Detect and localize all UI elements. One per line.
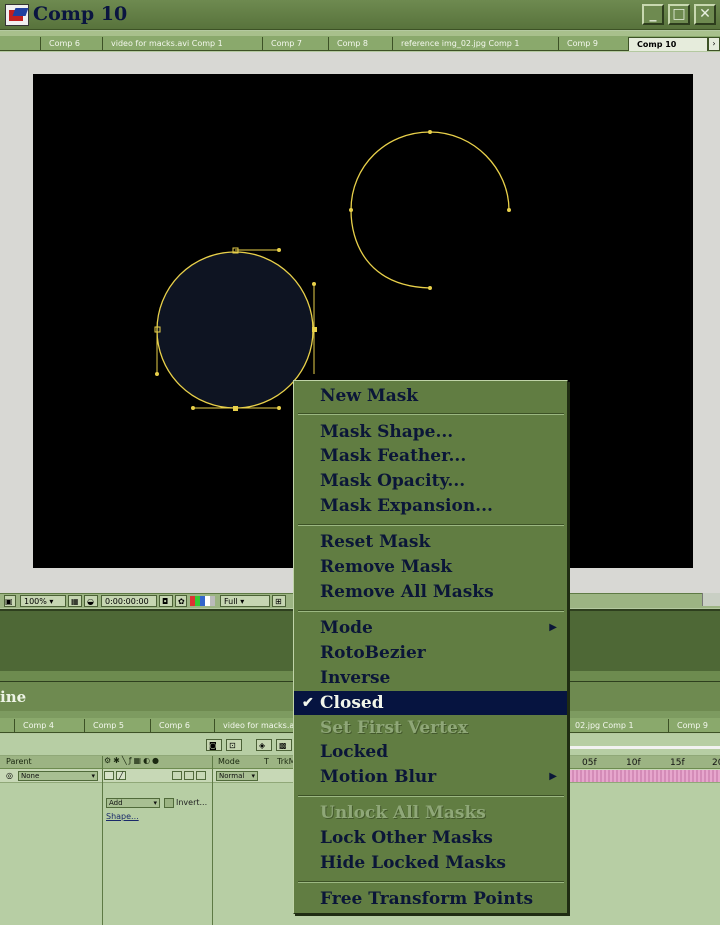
timeline-tab-comp-5[interactable]: Comp 5 <box>84 719 150 733</box>
window-titlebar: Comp 10 _ □ ✕ <box>0 0 720 30</box>
layer-duration-bar[interactable] <box>568 770 720 782</box>
work-area-bar[interactable] <box>568 746 720 749</box>
tab-comp-9[interactable]: Comp 9 <box>558 37 628 51</box>
parent-select[interactable]: None ▾ <box>18 771 98 781</box>
menu-item-mask-opacity[interactable]: Mask Opacity... <box>294 469 567 493</box>
mask-mode-value: Add <box>109 799 123 807</box>
comp-tab-strip: Comp 6 video for macks.avi Comp 1 Comp 7… <box>0 31 720 51</box>
menu-item-motion-blur-label: Motion Blur <box>320 767 437 787</box>
mask-view-icon[interactable]: ◒ <box>84 595 98 607</box>
timeline-title: ine <box>0 688 27 706</box>
viewer-scrollbar[interactable] <box>702 593 720 606</box>
open-mask-path[interactable] <box>350 131 510 289</box>
ruler-05f: 05f <box>582 758 597 768</box>
menu-item-unlock-all-masks: Unlock All Masks <box>320 803 486 823</box>
motion-blur-switch[interactable] <box>172 771 182 780</box>
fast-preview-icon[interactable]: ⊞ <box>272 595 286 607</box>
mask-mode-select[interactable]: Add ▾ <box>106 798 160 808</box>
current-time-field[interactable]: 0:00:00:00 <box>101 595 157 607</box>
rgb-channel-icon[interactable] <box>210 596 215 606</box>
timeline-tab-video-for-macks[interactable]: video for macks.avi <box>214 719 294 733</box>
menu-item-inverse[interactable]: Inverse <box>294 666 567 690</box>
menu-item-remove-mask[interactable]: Remove Mask <box>294 555 567 579</box>
menu-item-locked[interactable]: Locked <box>294 740 567 764</box>
minimize-button[interactable]: _ <box>642 4 664 25</box>
region-of-interest-icon[interactable]: ▣ <box>4 595 16 607</box>
menu-item-mask-expansion[interactable]: Mask Expansion... <box>294 494 567 518</box>
tab-comp-6[interactable]: Comp 6 <box>40 37 102 51</box>
blend-mode-value: Normal <box>219 772 245 780</box>
timeline-tab-comp-9[interactable]: Comp 9 <box>668 719 720 733</box>
submenu-arrow-icon: ▶ <box>549 622 557 633</box>
parent-value: None <box>21 772 40 780</box>
closed-mask-path[interactable] <box>156 251 314 409</box>
ruler-20: 20 <box>712 758 720 768</box>
effect-switch[interactable]: ╱ <box>116 771 126 780</box>
menu-item-remove-all-masks[interactable]: Remove All Masks <box>294 580 567 604</box>
zoom-select[interactable]: 100% ▾ <box>20 595 66 607</box>
tab-comp-7[interactable]: Comp 7 <box>262 37 328 51</box>
grid-icon[interactable]: ▦ <box>68 595 82 607</box>
quality-switch[interactable] <box>104 771 114 780</box>
menu-item-closed-label: Closed <box>320 693 384 713</box>
comp-flowchart-icon[interactable]: ⊡ <box>226 739 242 751</box>
frame-blending-icon[interactable]: ▩ <box>276 739 292 751</box>
timeline-tab-reference-img[interactable]: 02.jpg Comp 1 <box>566 719 668 733</box>
menu-item-rotobezier[interactable]: RotoBezier <box>294 641 567 665</box>
menu-item-mode[interactable]: Mode ▶ <box>294 616 567 640</box>
show-snapshot-icon[interactable]: ✿ <box>175 595 187 607</box>
menu-item-mask-feather[interactable]: Mask Feather... <box>294 444 567 468</box>
parent-pickwhip-icon[interactable]: ◎ <box>6 771 13 780</box>
tab-reference-img[interactable]: reference img_02.jpg Comp 1 <box>392 37 558 51</box>
blend-mode-select[interactable]: Normal ▾ <box>216 771 258 781</box>
zoom-value: 100% <box>24 597 47 606</box>
ram-preview-icon[interactable]: ◙ <box>206 739 222 751</box>
checkmark-icon: ✔ <box>302 695 314 711</box>
snapshot-icon[interactable]: ◘ <box>159 595 173 607</box>
maximize-button[interactable]: □ <box>668 4 690 25</box>
menu-item-reset-mask[interactable]: Reset Mask <box>294 530 567 554</box>
ruler-15f: 15f <box>670 758 685 768</box>
close-button[interactable]: ✕ <box>694 4 716 25</box>
mask-context-menu: New Mask Mask Shape... Mask Feather... M… <box>293 380 568 914</box>
window-title: Comp 10 <box>33 3 128 25</box>
timeline-tab-comp-6[interactable]: Comp 6 <box>150 719 214 733</box>
adjustment-switch[interactable] <box>184 771 194 780</box>
menu-item-mask-shape[interactable]: Mask Shape... <box>294 420 567 444</box>
submenu-arrow-icon: ▶ <box>549 771 557 782</box>
tab-comp-10[interactable]: Comp 10 <box>628 37 708 51</box>
switches-header-icons: ⚙✱╲ƒ▦◐● <box>104 756 162 765</box>
tab-video-for-macks[interactable]: video for macks.avi Comp 1 <box>102 37 262 51</box>
menu-item-set-first-vertex: Set First Vertex <box>320 718 468 738</box>
mask-invert-checkbox[interactable] <box>164 798 174 808</box>
ruler-10f: 10f <box>626 758 641 768</box>
menu-item-closed[interactable]: ✔ Closed <box>294 691 567 715</box>
tab-scroll-arrow-icon[interactable]: › <box>708 37 720 51</box>
mask-shape-link[interactable]: Shape... <box>106 812 139 821</box>
resolution-value: Full <box>224 597 238 606</box>
menu-item-free-transform-points[interactable]: Free Transform Points <box>294 887 567 911</box>
menu-item-lock-other-masks[interactable]: Lock Other Masks <box>294 826 567 850</box>
draft-3d-icon[interactable]: ◈ <box>256 739 272 751</box>
mask-invert-label: Invert... <box>176 798 208 807</box>
3d-layer-switch[interactable] <box>196 771 206 780</box>
menu-item-mode-label: Mode <box>320 618 373 638</box>
timeline-tab-comp-4[interactable]: Comp 4 <box>14 719 84 733</box>
tab-comp-8[interactable]: Comp 8 <box>328 37 392 51</box>
menu-item-hide-locked-masks[interactable]: Hide Locked Masks <box>294 851 567 875</box>
after-effects-comp-icon <box>5 4 29 26</box>
mode-column-header: Mode <box>218 757 240 766</box>
parent-column-header: Parent <box>6 757 32 766</box>
t-column-header: T <box>264 757 269 766</box>
menu-item-motion-blur[interactable]: Motion Blur ▶ <box>294 765 567 789</box>
menu-item-new-mask[interactable]: New Mask <box>294 384 567 408</box>
resolution-select[interactable]: Full ▾ <box>220 595 270 607</box>
